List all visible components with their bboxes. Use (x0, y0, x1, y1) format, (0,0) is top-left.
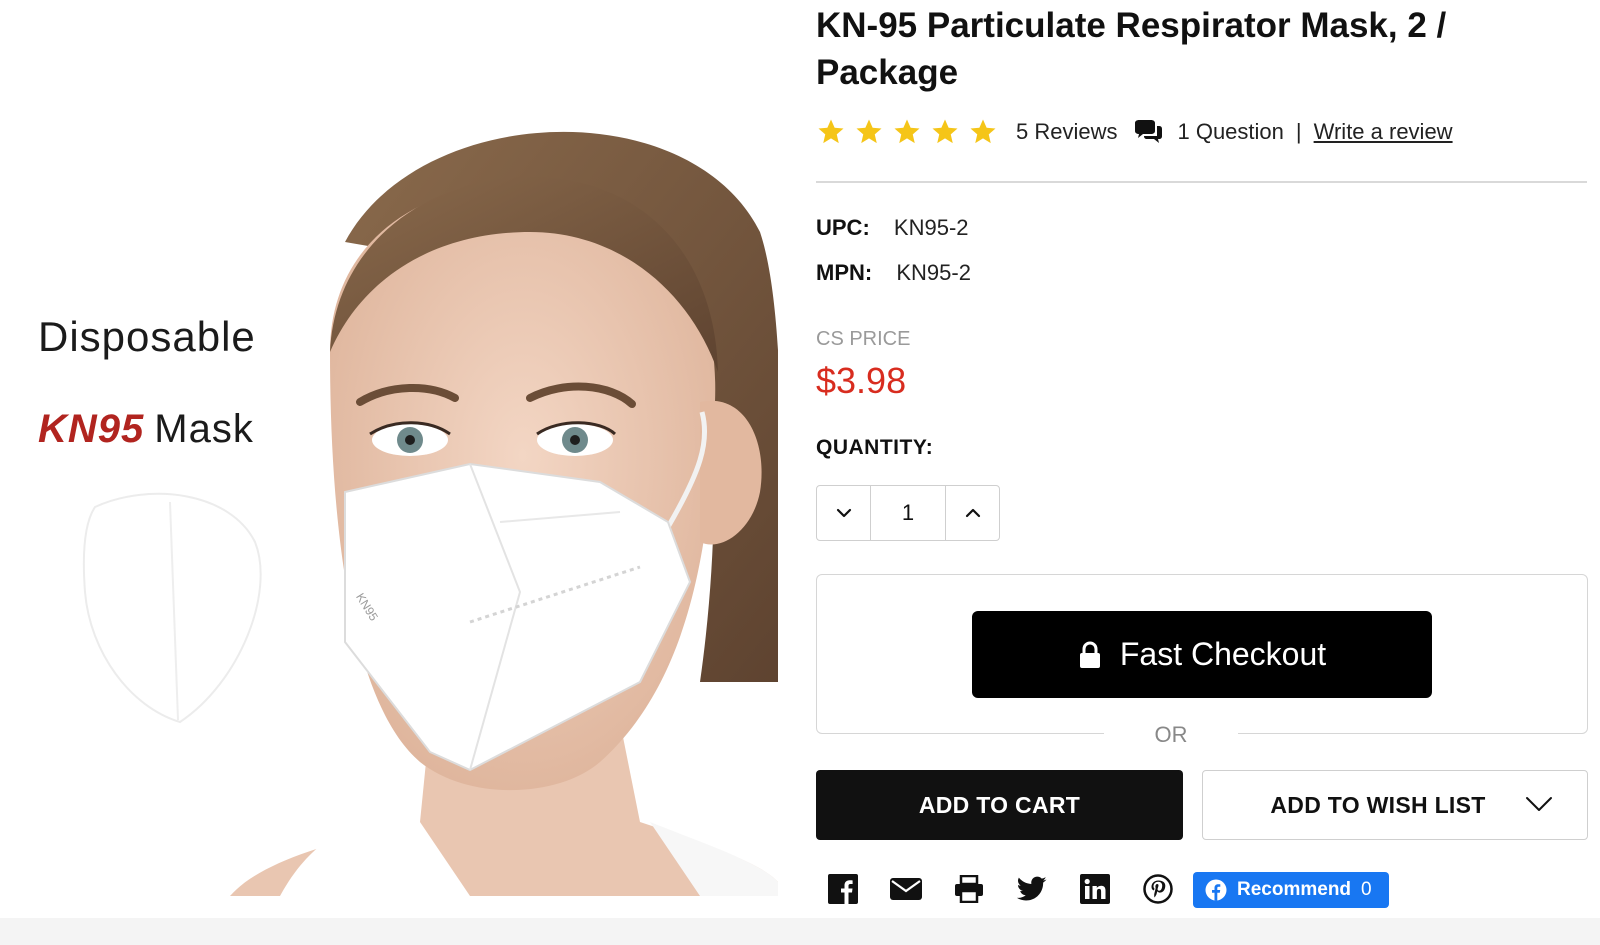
quantity-label: QUANTITY: (816, 436, 934, 459)
share-row (826, 872, 1204, 906)
chevron-down-icon (836, 508, 851, 518)
star-icon (818, 119, 844, 144)
twitter-icon[interactable] (1015, 872, 1049, 906)
chevron-down-icon[interactable] (1525, 795, 1553, 813)
quantity-input[interactable]: 1 (871, 486, 945, 540)
divider (816, 181, 1587, 183)
add-to-wishlist-label: ADD TO WISH LIST (1270, 791, 1486, 818)
print-icon[interactable] (952, 872, 986, 906)
star-icon (932, 119, 958, 144)
facebook-icon (1205, 879, 1227, 901)
email-icon[interactable] (889, 872, 923, 906)
star-rating (816, 117, 998, 147)
quantity-stepper: 1 (816, 485, 1000, 541)
upc-value: KN95-2 (893, 215, 969, 240)
recommend-count: 0 (1361, 879, 1372, 900)
star-icon (856, 119, 882, 144)
mpn-row: MPN: KN95-2 (816, 260, 971, 286)
reviews-link[interactable]: 5 Reviews (1016, 119, 1117, 145)
separator: | (1295, 119, 1302, 144)
product-title: KN-95 Particulate Respirator Mask, 2 / P… (816, 6, 1447, 92)
image-overlay-brand: KN95 (38, 407, 145, 451)
facebook-icon[interactable] (826, 872, 860, 906)
write-review-link[interactable]: Write a review (1314, 119, 1453, 145)
chat-icon (1135, 120, 1163, 143)
upc-label: UPC: (816, 215, 870, 240)
add-to-wishlist-button[interactable]: ADD TO WISH LIST (1202, 770, 1588, 840)
star-icon (970, 119, 996, 144)
image-overlay-brand-line: KN95 Mask (38, 407, 254, 452)
price-value: $3.98 (816, 360, 907, 401)
product-photo (0, 122, 778, 896)
product-image[interactable]: Disposable KN95 Mask KN95 (0, 122, 778, 896)
star-icon (894, 119, 920, 144)
linkedin-icon[interactable] (1078, 872, 1112, 906)
quantity-decrease-button[interactable] (817, 486, 871, 540)
or-separator: OR (1104, 721, 1238, 749)
image-overlay-word: Mask (154, 407, 254, 451)
mpn-label: MPN: (816, 260, 873, 285)
pinterest-icon[interactable] (1141, 872, 1175, 906)
fast-checkout-label: Fast Checkout (1119, 636, 1327, 672)
quantity-increase-button[interactable] (945, 486, 999, 540)
questions-link[interactable]: 1 Question (1177, 119, 1283, 145)
image-overlay-text: Disposable (38, 313, 256, 360)
page-footer-band (0, 918, 1600, 945)
price-label: CS PRICE (816, 328, 911, 350)
add-to-cart-button[interactable]: ADD TO CART (816, 770, 1183, 840)
fast-checkout-button[interactable]: Fast Checkout (972, 611, 1432, 698)
rating-row: 5 Reviews 1 Question | Write a review (816, 112, 1453, 152)
recommend-label: Recommend (1237, 879, 1352, 900)
upc-row: UPC: KN95-2 (816, 215, 969, 241)
facebook-recommend-button[interactable]: Recommend 0 (1193, 872, 1389, 908)
lock-icon (1079, 640, 1100, 668)
mpn-value: KN95-2 (896, 260, 971, 285)
chevron-up-icon (965, 508, 980, 518)
